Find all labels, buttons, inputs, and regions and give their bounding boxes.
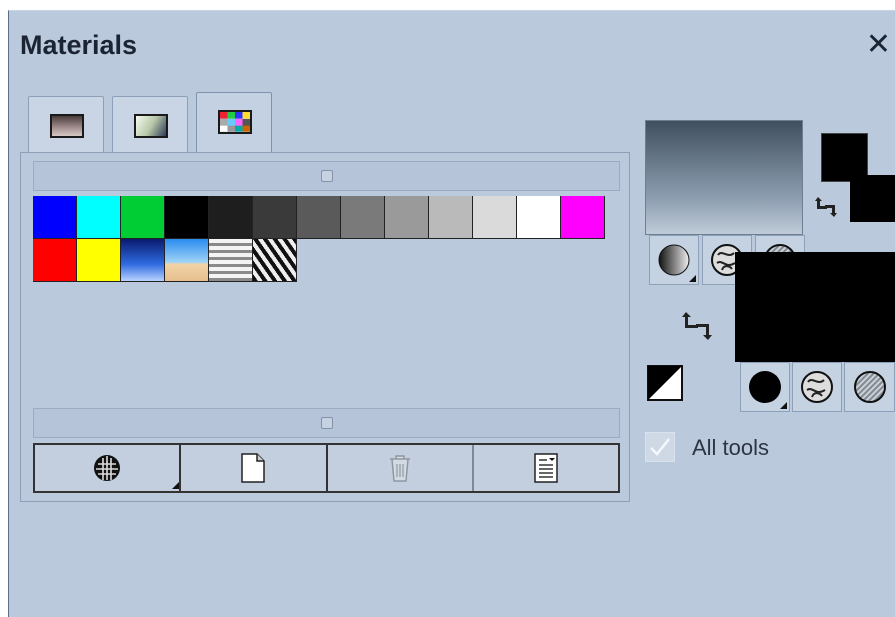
panel-title: Materials: [20, 30, 138, 60]
pattern-icon: [801, 371, 833, 403]
swatch-gray-7[interactable]: [473, 196, 517, 239]
scroll-grip[interactable]: [320, 170, 333, 182]
texture-icon: [853, 371, 886, 403]
swatch-gray-1[interactable]: [209, 196, 253, 239]
trash-icon: [389, 455, 410, 482]
scroll-up-bar[interactable]: [33, 161, 620, 191]
tab-gradient[interactable]: [28, 96, 104, 152]
color-grid-icon: [218, 110, 252, 134]
scroll-grip[interactable]: [320, 417, 333, 429]
swatch-cyan[interactable]: [77, 196, 121, 239]
tab-swatches[interactable]: [196, 92, 272, 154]
material-type-button[interactable]: [35, 445, 182, 491]
swatch-blue[interactable]: [33, 196, 77, 239]
delete-swatch-button[interactable]: [328, 445, 474, 491]
new-swatch-button[interactable]: [181, 445, 328, 491]
swatch-white[interactable]: [517, 196, 561, 239]
background-style-texture-button[interactable]: [844, 362, 895, 412]
dropdown-corner-icon: [689, 275, 696, 282]
scroll-down-bar[interactable]: [33, 408, 620, 438]
swatch-gray-4[interactable]: [341, 196, 385, 239]
swatch-red[interactable]: [33, 239, 77, 282]
background-preview[interactable]: [735, 252, 895, 362]
swatch-gray-3[interactable]: [297, 196, 341, 239]
reset-default-colors-icon[interactable]: [647, 365, 683, 401]
swatch-magenta[interactable]: [561, 196, 605, 239]
foreground-style-solid-button[interactable]: [649, 235, 699, 285]
swatch-green[interactable]: [121, 196, 165, 239]
swatch-black[interactable]: [165, 196, 209, 239]
swatch-panel: [20, 152, 630, 502]
swap-materials-icon[interactable]: [678, 308, 714, 344]
dark-gradient-icon: [50, 114, 84, 138]
background-style-solid-button[interactable]: [740, 362, 790, 412]
swatch-yellow[interactable]: [77, 239, 121, 282]
swatch-gray-2[interactable]: [253, 196, 297, 239]
solid-circle-icon: [749, 371, 781, 403]
close-button[interactable]: ✕: [866, 30, 891, 60]
dropdown-corner-icon: [172, 482, 180, 489]
swatch-options-button[interactable]: [474, 445, 618, 491]
swatch-toolbar: [33, 443, 620, 493]
swatch-gray-5[interactable]: [385, 196, 429, 239]
new-document-icon: [241, 453, 266, 483]
all-tools-checkbox[interactable]: [645, 432, 675, 462]
swap-colors-icon[interactable]: [812, 193, 840, 221]
tab-texture[interactable]: [112, 96, 188, 152]
solid-circle-icon: [658, 244, 690, 276]
light-gradient-icon: [134, 114, 168, 138]
all-tools-label[interactable]: All tools: [692, 435, 769, 461]
foreground-preview[interactable]: [645, 120, 803, 235]
background-color-swatch[interactable]: [850, 175, 895, 222]
list-document-icon: [534, 453, 558, 483]
swatch-gray-6[interactable]: [429, 196, 473, 239]
globe-grid-icon: [94, 455, 121, 481]
dropdown-corner-icon: [780, 402, 787, 409]
checkmark-icon: [650, 438, 670, 456]
swatch-zebra-pattern[interactable]: [253, 239, 297, 282]
swatch-sky-sand-gradient[interactable]: [165, 239, 209, 282]
background-style-pattern-button[interactable]: [792, 362, 842, 412]
swatch-stripes-pattern[interactable]: [209, 239, 253, 282]
swatch-blue-gradient[interactable]: [121, 239, 165, 282]
